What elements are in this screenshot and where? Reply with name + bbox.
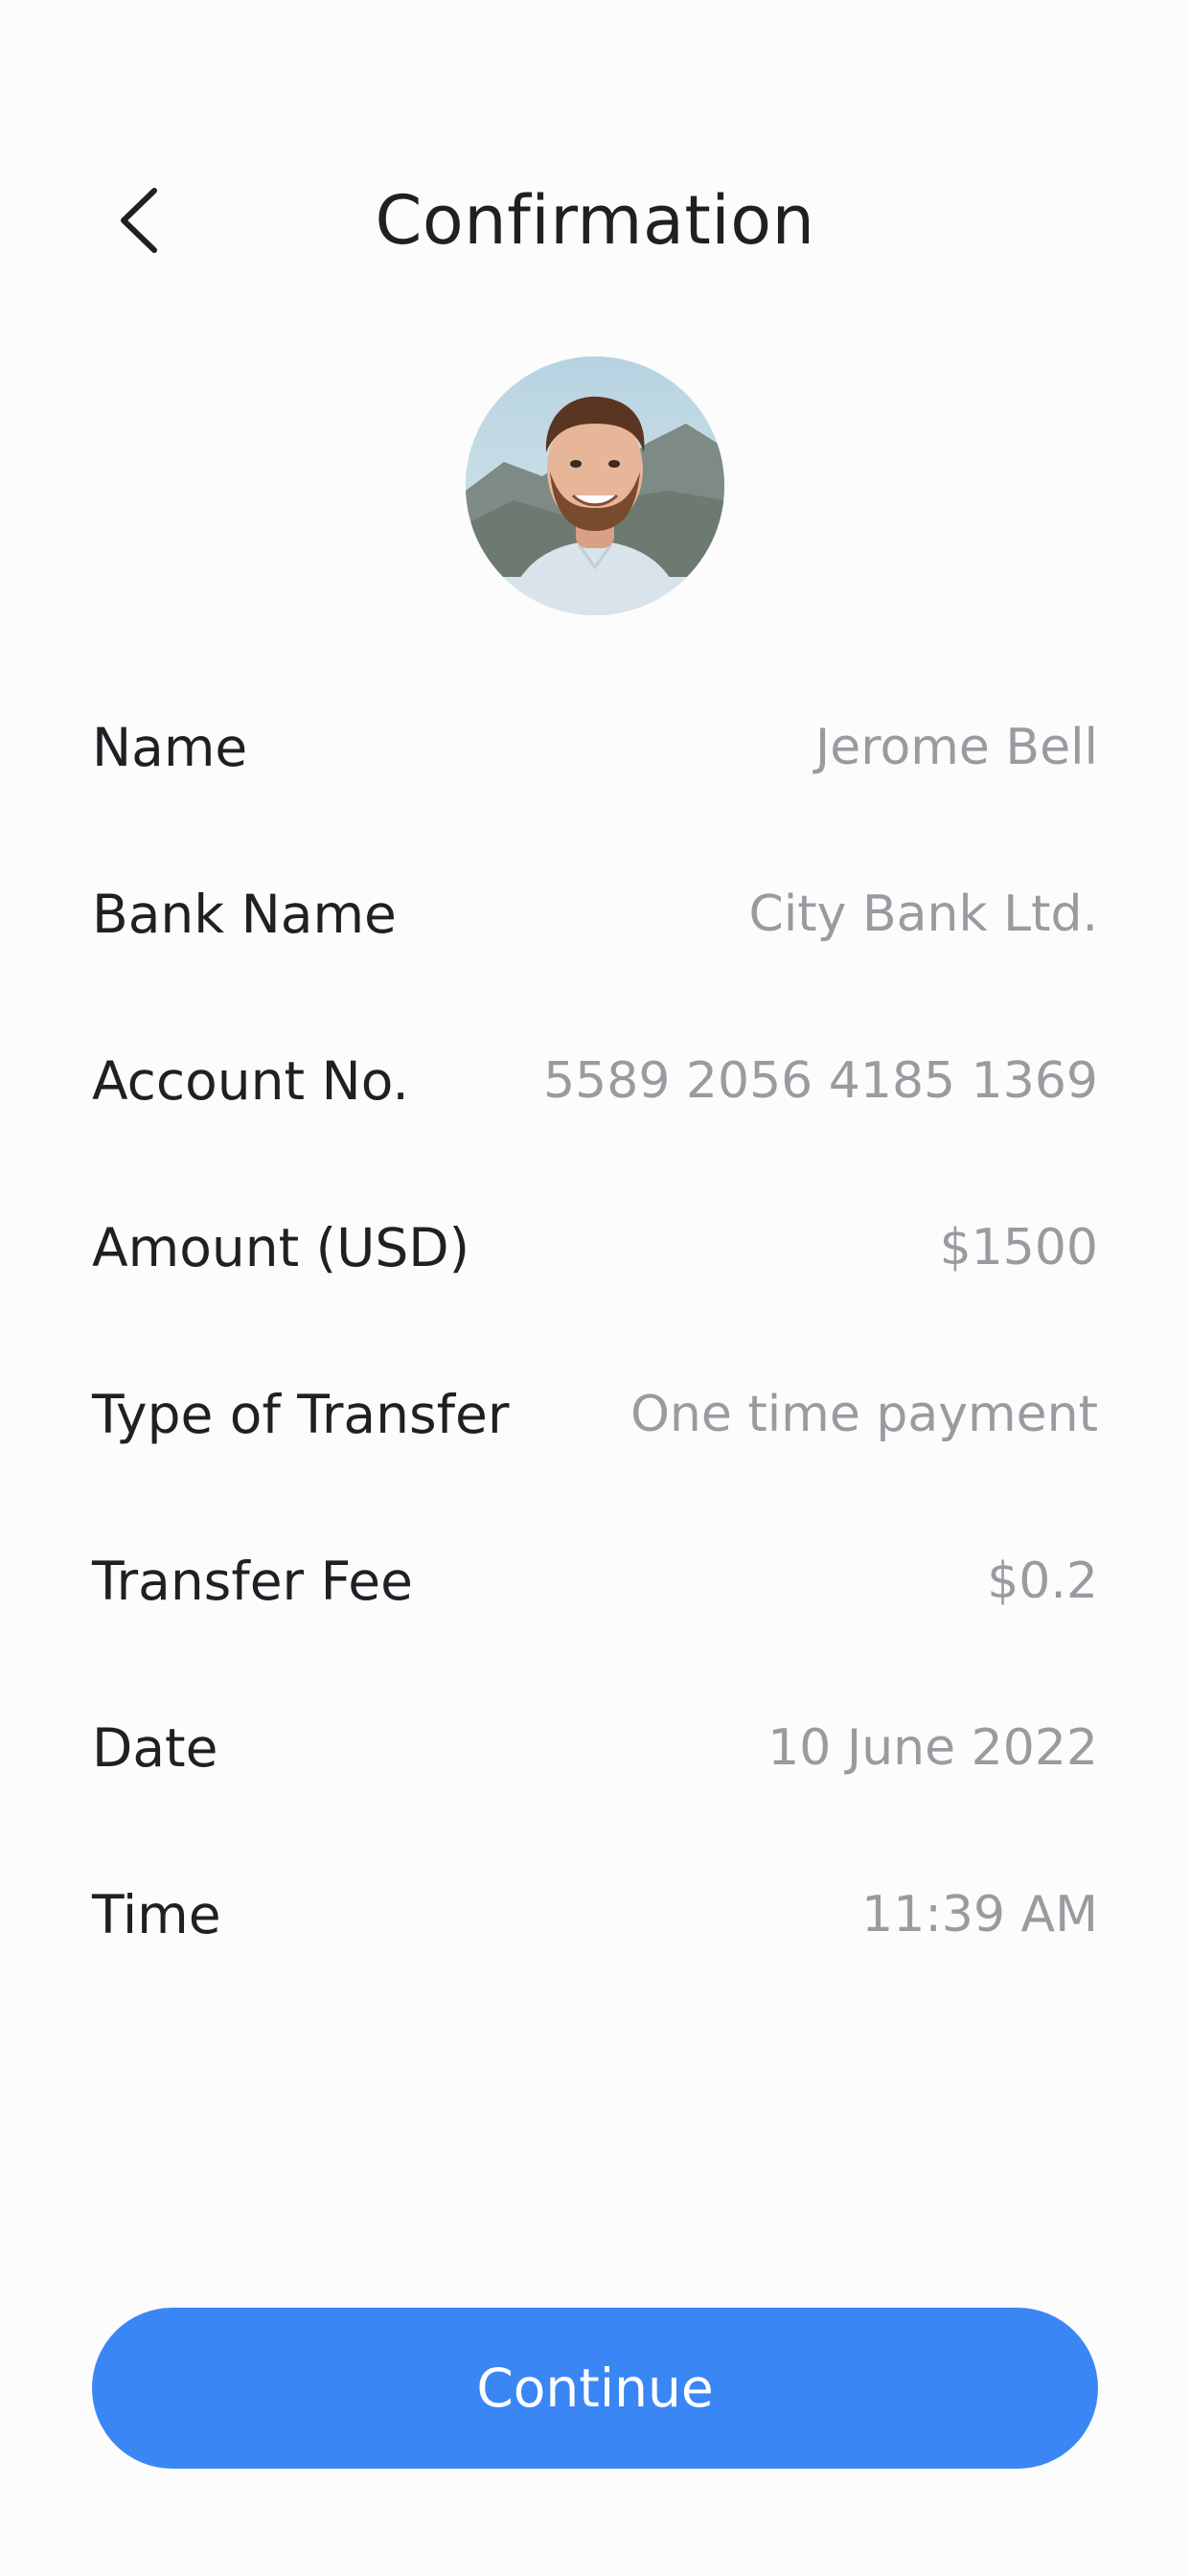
detail-value: 5589 2056 4185 1369 [543, 1052, 1098, 1110]
detail-label: Transfer Fee [92, 1551, 413, 1612]
detail-label: Type of Transfer [92, 1384, 510, 1445]
detail-label: Name [92, 717, 248, 778]
detail-row-time: Time 11:39 AM [92, 1857, 1098, 2024]
detail-value: 10 June 2022 [767, 1719, 1098, 1777]
transfer-details-list: Name Jerome Bell Bank Name City Bank Ltd… [92, 690, 1098, 2024]
detail-label: Bank Name [92, 884, 397, 945]
detail-row-amount: Amount (USD) $1500 [92, 1190, 1098, 1357]
detail-row-transfer-fee: Transfer Fee $0.2 [92, 1524, 1098, 1690]
detail-row-transfer-type: Type of Transfer One time payment [92, 1357, 1098, 1524]
detail-value: $0.2 [987, 1552, 1098, 1610]
detail-value: 11:39 AM [861, 1886, 1098, 1944]
detail-value: City Bank Ltd. [748, 886, 1098, 943]
avatar [466, 356, 724, 615]
detail-value: Jerome Bell [814, 719, 1098, 776]
detail-label: Time [92, 1884, 221, 1945]
profile-photo [466, 356, 724, 615]
detail-label: Date [92, 1717, 218, 1779]
detail-value: One time payment [629, 1386, 1098, 1443]
detail-value: $1500 [939, 1219, 1098, 1276]
header-bar: Confirmation [0, 163, 1190, 278]
detail-row-name: Name Jerome Bell [92, 690, 1098, 857]
detail-label: Amount (USD) [92, 1217, 470, 1278]
page-title: Confirmation [375, 181, 815, 260]
detail-label: Account No. [92, 1050, 409, 1112]
detail-row-date: Date 10 June 2022 [92, 1690, 1098, 1857]
continue-button[interactable]: Continue [92, 2308, 1098, 2469]
detail-row-bank-name: Bank Name City Bank Ltd. [92, 857, 1098, 1024]
detail-row-account-no: Account No. 5589 2056 4185 1369 [92, 1024, 1098, 1190]
